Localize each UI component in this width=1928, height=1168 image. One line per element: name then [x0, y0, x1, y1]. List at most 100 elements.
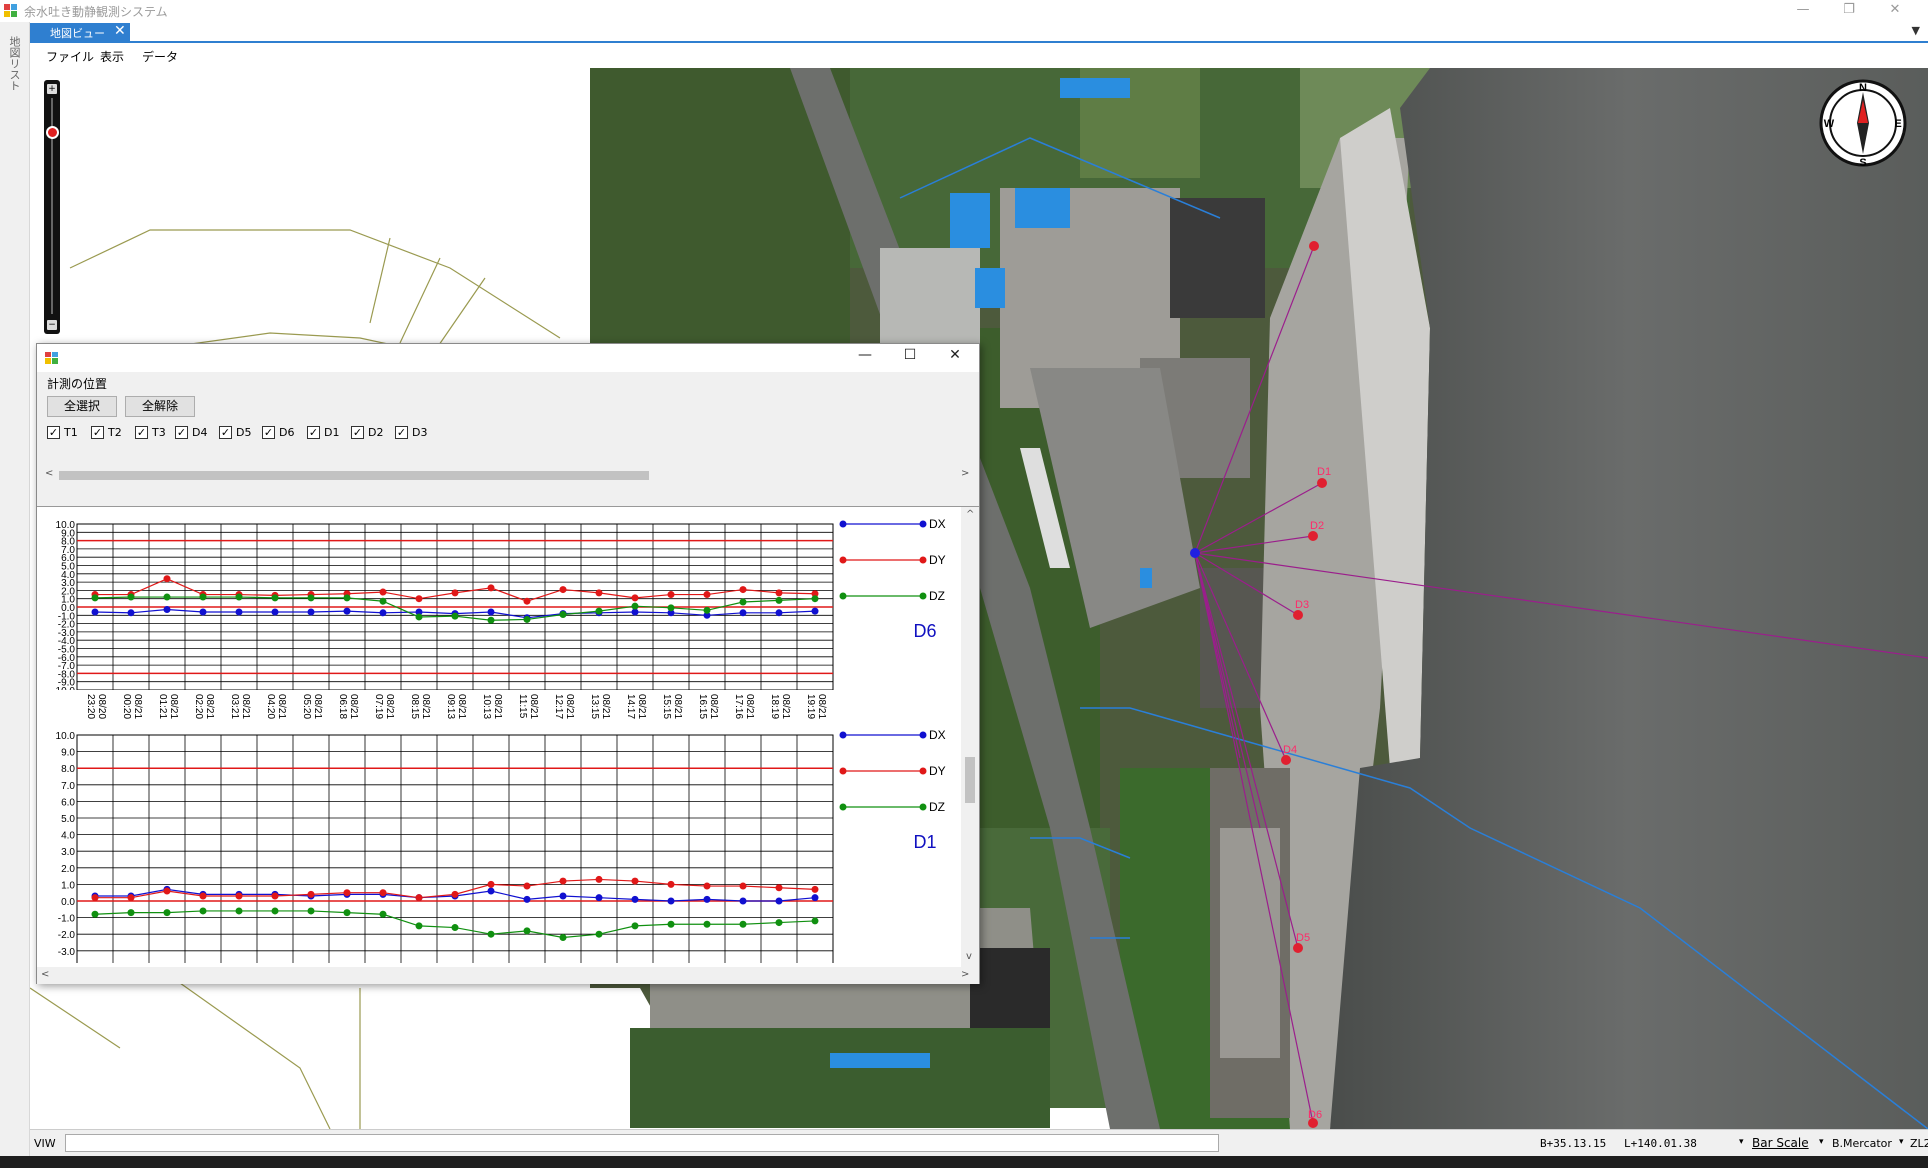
menu-data[interactable]: データ [142, 48, 178, 65]
chart-point-dz [667, 604, 675, 612]
checkbox-t3-box[interactable]: ✓ [135, 426, 148, 439]
chart-vscrollbar[interactable]: ^ v [961, 507, 979, 967]
legend-label-dy: DY [929, 553, 946, 567]
checkbox-d1-box[interactable]: ✓ [307, 426, 320, 439]
total-station-point[interactable] [1190, 548, 1200, 558]
legend-marker-dz [839, 592, 847, 600]
zoom-handle[interactable] [46, 126, 59, 139]
window-minimize-button[interactable]: — [843, 347, 887, 369]
chart-point-dy [595, 875, 603, 883]
chart-pane[interactable]: 10.0 9.0 8.0 7.0 6.0 5.0 4.0 3.0 2.0 1.0 0.0 -1.0 -2… [37, 506, 979, 984]
chart-point-dz [235, 907, 243, 915]
checkbox-t1-box[interactable]: ✓ [47, 426, 60, 439]
chart-xtick-time: 07:19 [373, 694, 384, 719]
app-title: 余水吐き動静観測システム [24, 5, 168, 19]
chart-point-dz [559, 610, 567, 618]
legend-marker-dy [919, 767, 927, 775]
chart-point-dz [163, 909, 171, 917]
chart-point-dx [631, 895, 639, 903]
target-point-d2[interactable] [1308, 531, 1318, 541]
chart-xtick-label: 08/2117:16 [733, 694, 755, 719]
measurement-window-titlebar[interactable]: — ☐ ✕ [37, 344, 979, 372]
status-projection[interactable]: B.Mercator [1832, 1137, 1892, 1150]
chart-body: 10.0 9.0 8.0 7.0 6.0 5.0 4.0 3.0 2.0 1.0 0.0 -1.0 -2… [56, 731, 834, 963]
position-list-hscroll-thumb[interactable] [59, 471, 649, 480]
tab-close-icon[interactable]: ✕ [114, 23, 126, 39]
checkbox-d3-box[interactable]: ✓ [395, 426, 408, 439]
tab-bar: 地図ビュー ✕ ▼ [30, 22, 1928, 43]
zoom-out-icon[interactable]: − [47, 320, 57, 330]
checkbox-d4-box[interactable]: ✓ [175, 426, 188, 439]
scroll-right-icon[interactable]: > [961, 468, 969, 479]
status-input[interactable] [65, 1134, 1219, 1152]
checkbox-t2-box[interactable]: ✓ [91, 426, 104, 439]
scroll-left-icon[interactable]: < [45, 468, 53, 479]
target-point-d3[interactable] [1293, 610, 1303, 620]
checkbox-d6-box[interactable]: ✓ [262, 426, 275, 439]
select-all-button[interactable]: 全選択 [47, 396, 117, 417]
chart-point-dy [631, 877, 639, 885]
chart-title: D6 [913, 621, 936, 641]
menu-view[interactable]: 表示 [100, 48, 124, 65]
zoom-slider[interactable]: + − [44, 80, 60, 334]
chart-point-dy [559, 877, 567, 885]
chart-point-dy [235, 892, 243, 900]
chart-vscroll-thumb[interactable] [965, 757, 975, 803]
left-dock-strip: 地図リスト [0, 22, 30, 1168]
chart-point-dx [235, 608, 243, 616]
chart-scroll-right-icon[interactable]: > [961, 969, 969, 980]
chart-xtick-label: 08/2112:17 [553, 694, 575, 719]
legend-marker-dy [919, 556, 927, 564]
target-point-t[interactable] [1309, 241, 1319, 251]
zoom-in-icon[interactable]: + [47, 84, 57, 94]
status-bar: VIW B+35.13.15 L+140.01.38 ▾ Bar Scale ▾… [30, 1129, 1928, 1156]
chart-point-dx [487, 887, 495, 895]
chart-scroll-left-icon[interactable]: < [41, 969, 49, 980]
chart-point-dz [163, 593, 171, 601]
chart-point-dz [199, 907, 207, 915]
position-list-hscrollbar[interactable]: < > [41, 467, 973, 483]
tab-map-view[interactable]: 地図ビュー ✕ [30, 23, 130, 42]
longitude-dropdown-icon[interactable]: ▾ [1739, 1137, 1744, 1147]
chart-xtick-label: 08/2102:20 [193, 694, 215, 719]
chart-point-dy [379, 588, 387, 596]
checkbox-d5-box[interactable]: ✓ [219, 426, 232, 439]
checkbox-d2-box[interactable]: ✓ [351, 426, 364, 439]
chart-xtick-label: 08/2103:21 [229, 694, 251, 719]
tab-map-view-label: 地図ビュー [50, 27, 105, 40]
minimize-button[interactable]: — [1780, 0, 1826, 22]
measurement-position-label: 計測の位置 [47, 377, 108, 391]
window-maximize-button[interactable]: ☐ [888, 347, 932, 369]
menu-file[interactable]: ファイル [46, 48, 94, 65]
bar-scale-link[interactable]: Bar Scale [1752, 1136, 1809, 1150]
projection-dropdown-icon[interactable]: ▾ [1899, 1137, 1904, 1147]
target-point-d4[interactable] [1281, 755, 1291, 765]
checkbox-d5-label: D5 [236, 426, 252, 439]
measurement-window[interactable]: — ☐ ✕ 計測の位置 全選択 全解除 ✓ T1 ✓ T2 ✓ T3 ✓ D4 ✓ D5 … [36, 343, 980, 984]
tab-overflow-icon[interactable]: ▼ [1912, 24, 1920, 37]
restore-button[interactable]: ❐ [1826, 0, 1872, 22]
checkbox-d2-label: D2 [368, 426, 384, 439]
checkbox-d6-label: D6 [279, 426, 295, 439]
chart-point-dz [307, 907, 315, 915]
close-button[interactable]: ✕ [1872, 0, 1918, 22]
scroll-up-icon[interactable]: ^ [966, 509, 974, 520]
chart-hscrollbar[interactable]: < > [37, 967, 979, 984]
window-close-button[interactable]: ✕ [933, 347, 977, 369]
target-point-d1[interactable] [1317, 478, 1327, 488]
chart-xtick-label: 08/2119:19 [805, 694, 827, 719]
chart-point-dz [271, 594, 279, 602]
chart-xtick-time: 13:15 [589, 694, 600, 719]
scale-dropdown-icon[interactable]: ▾ [1819, 1137, 1824, 1147]
map-list-tab[interactable]: 地図リスト [8, 36, 22, 91]
chart-point-dy [163, 575, 171, 583]
chart-xtick-time: 04:20 [265, 694, 276, 719]
chart-xtick-time: 19:19 [805, 694, 816, 719]
chart-point-dx [487, 608, 495, 616]
chart-xtick-time: 17:16 [733, 694, 744, 719]
scroll-down-icon[interactable]: v [966, 951, 972, 962]
target-point-d5[interactable] [1293, 943, 1303, 953]
chart-point-dz [811, 595, 819, 603]
clear-all-button[interactable]: 全解除 [125, 396, 195, 417]
compass-icon: N E S W [1819, 79, 1907, 168]
